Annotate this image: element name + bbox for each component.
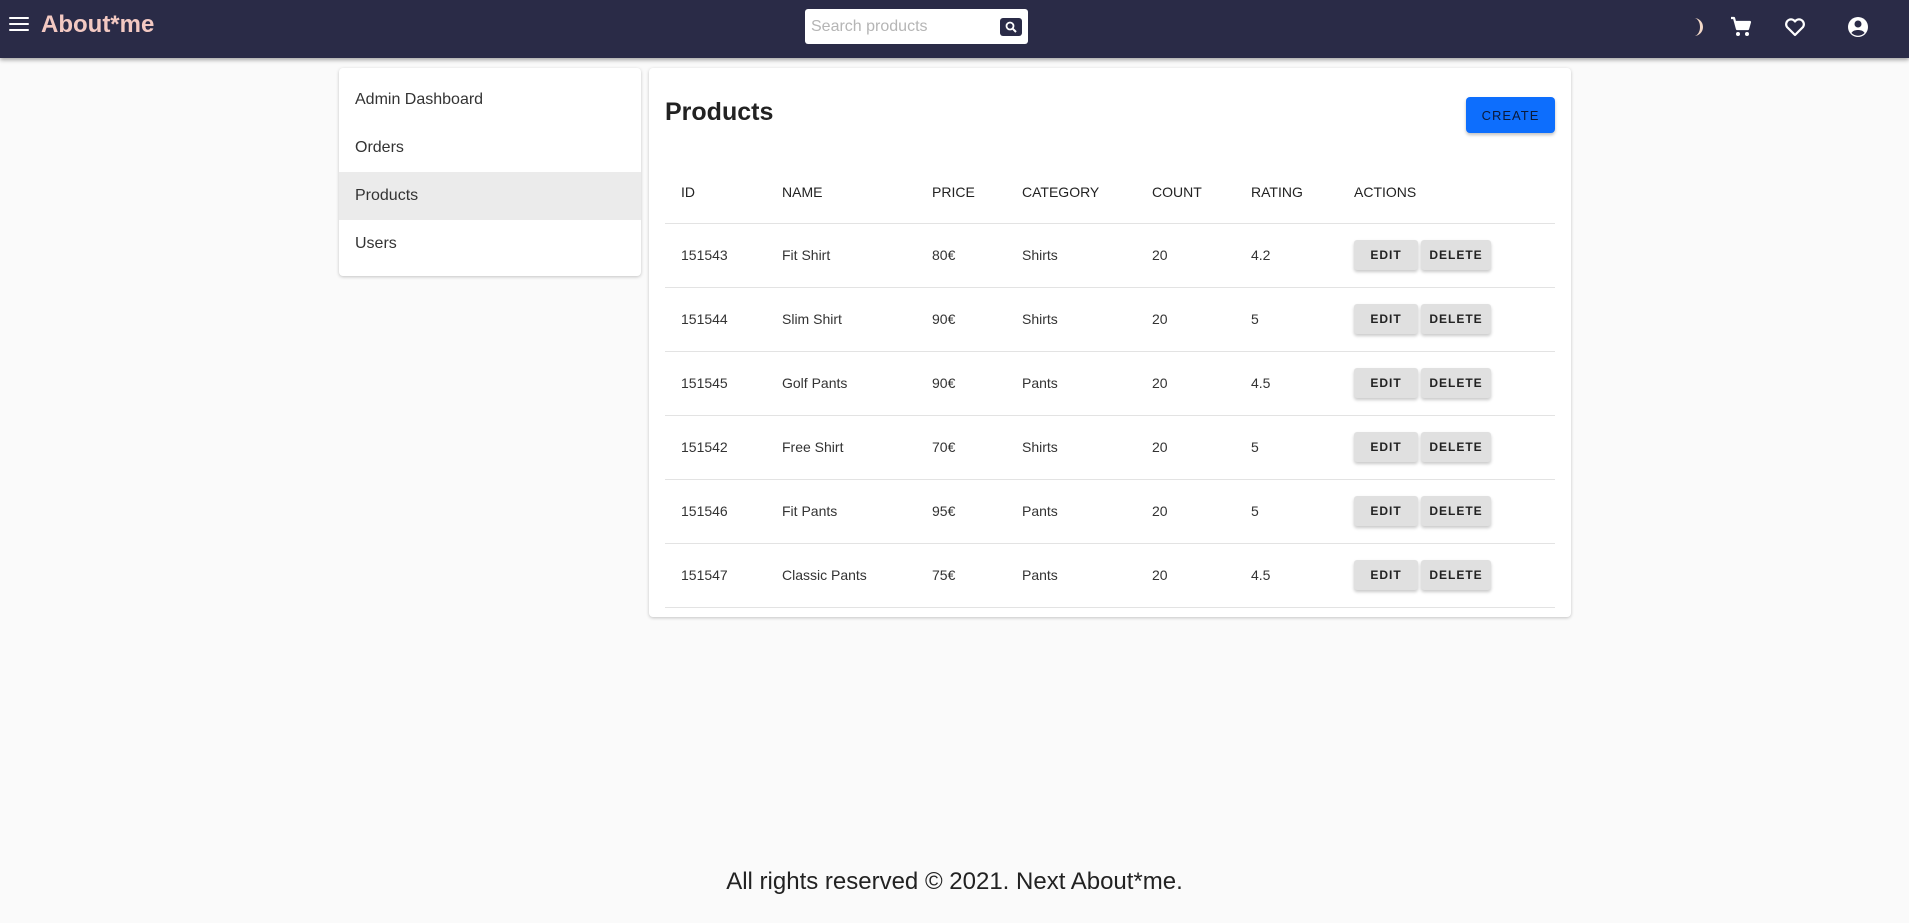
cell-count: 20 [1136, 287, 1235, 352]
table-row: 151545 Golf Pants 90€ Pants 20 4.5 EDIT D… [665, 351, 1555, 416]
cell-count: 20 [1136, 543, 1235, 608]
heart-icon[interactable] [1782, 14, 1808, 40]
delete-button[interactable]: DELETE [1421, 560, 1491, 590]
cart-icon[interactable] [1728, 14, 1754, 40]
cell-count: 20 [1136, 415, 1235, 480]
delete-button[interactable]: DELETE [1421, 304, 1491, 334]
cell-category: Shirts [1006, 415, 1136, 480]
cell-actions: EDIT DELETE [1338, 351, 1555, 416]
app-bar: About*me [0, 0, 1909, 58]
cell-rating: 5 [1235, 415, 1338, 480]
edit-button[interactable]: EDIT [1354, 496, 1418, 526]
account-icon[interactable] [1845, 14, 1871, 40]
cell-name: Fit Pants [766, 479, 916, 544]
search-input[interactable] [811, 15, 991, 39]
cell-id: 151543 [665, 223, 766, 288]
column-header-rating: RATING [1235, 162, 1338, 224]
cell-id: 151542 [665, 415, 766, 480]
cell-category: Shirts [1006, 287, 1136, 352]
cell-category: Pants [1006, 479, 1136, 544]
column-header-count: COUNT [1136, 162, 1235, 224]
table-row: 151547 Classic Pants 75€ Pants 20 4.5 ED… [665, 543, 1555, 608]
products-table: ID NAME PRICE CATEGORY COUNT RATING ACTI… [665, 162, 1555, 608]
cell-category: Pants [1006, 543, 1136, 608]
cell-rating: 4.5 [1235, 351, 1338, 416]
cell-rating: 4.5 [1235, 543, 1338, 608]
sidebar-item-admin-dashboard[interactable]: Admin Dashboard [339, 76, 641, 124]
cell-id: 151545 [665, 351, 766, 416]
cell-name: Slim Shirt [766, 287, 916, 352]
column-header-id: ID [665, 162, 766, 224]
cell-actions: EDIT DELETE [1338, 415, 1555, 480]
cell-actions: EDIT DELETE [1338, 479, 1555, 544]
column-header-price: PRICE [916, 162, 1006, 224]
brand-logo[interactable]: About*me [41, 10, 154, 40]
delete-button[interactable]: DELETE [1421, 432, 1491, 462]
cell-name: Fit Shirt [766, 223, 916, 288]
page-title: Products [665, 98, 774, 126]
cell-id: 151544 [665, 287, 766, 352]
delete-button[interactable]: DELETE [1421, 368, 1491, 398]
cell-price: 90€ [916, 287, 1006, 352]
cell-rating: 5 [1235, 287, 1338, 352]
cell-actions: EDIT DELETE [1338, 223, 1555, 288]
cell-id: 151546 [665, 479, 766, 544]
edit-button[interactable]: EDIT [1354, 560, 1418, 590]
sidebar-item-users[interactable]: Users [339, 220, 641, 268]
cell-category: Pants [1006, 351, 1136, 416]
cell-id: 151547 [665, 543, 766, 608]
cell-actions: EDIT DELETE [1338, 543, 1555, 608]
cell-price: 80€ [916, 223, 1006, 288]
column-header-name: NAME [766, 162, 916, 224]
edit-button[interactable]: EDIT [1354, 304, 1418, 334]
edit-button[interactable]: EDIT [1354, 432, 1418, 462]
cell-name: Golf Pants [766, 351, 916, 416]
delete-button[interactable]: DELETE [1421, 496, 1491, 526]
cell-actions: EDIT DELETE [1338, 287, 1555, 352]
cell-count: 20 [1136, 479, 1235, 544]
table-header-row: ID NAME PRICE CATEGORY COUNT RATING ACTI… [665, 162, 1555, 224]
search-button[interactable] [1000, 18, 1022, 36]
edit-button[interactable]: EDIT [1354, 240, 1418, 270]
table-row: 151546 Fit Pants 95€ Pants 20 5 EDIT DELE… [665, 479, 1555, 544]
cell-price: 95€ [916, 479, 1006, 544]
cell-price: 75€ [916, 543, 1006, 608]
cell-count: 20 [1136, 351, 1235, 416]
search-icon [1005, 21, 1017, 33]
menu-icon[interactable] [9, 17, 29, 33]
sidebar-item-orders[interactable]: Orders [339, 124, 641, 172]
moon-icon[interactable] [1681, 14, 1707, 40]
edit-button[interactable]: EDIT [1354, 368, 1418, 398]
table-row: 151542 Free Shirt 70€ Shirts 20 5 EDIT DE… [665, 415, 1555, 480]
create-button[interactable]: CREATE [1466, 97, 1555, 133]
cell-price: 70€ [916, 415, 1006, 480]
footer-text: All rights reserved © 2021. Next About*m… [726, 868, 1183, 895]
cell-name: Classic Pants [766, 543, 916, 608]
cell-category: Shirts [1006, 223, 1136, 288]
table-row: 151544 Slim Shirt 90€ Shirts 20 5 EDIT DE… [665, 287, 1555, 352]
sidebar-item-products[interactable]: Products [339, 172, 641, 220]
column-header-actions: ACTIONS [1338, 162, 1555, 224]
table-row: 151543 Fit Shirt 80€ Shirts 20 4.2 EDIT D… [665, 223, 1555, 288]
column-header-category: CATEGORY [1006, 162, 1136, 224]
cell-rating: 5 [1235, 479, 1338, 544]
products-card: Products CREATE ID NAME PRICE CATEGORY C… [649, 68, 1571, 617]
cell-name: Free Shirt [766, 415, 916, 480]
delete-button[interactable]: DELETE [1421, 240, 1491, 270]
cell-count: 20 [1136, 223, 1235, 288]
cell-rating: 4.2 [1235, 223, 1338, 288]
search-box [805, 9, 1028, 44]
admin-sidebar: Admin Dashboard Orders Products Users [339, 68, 641, 276]
cell-price: 90€ [916, 351, 1006, 416]
